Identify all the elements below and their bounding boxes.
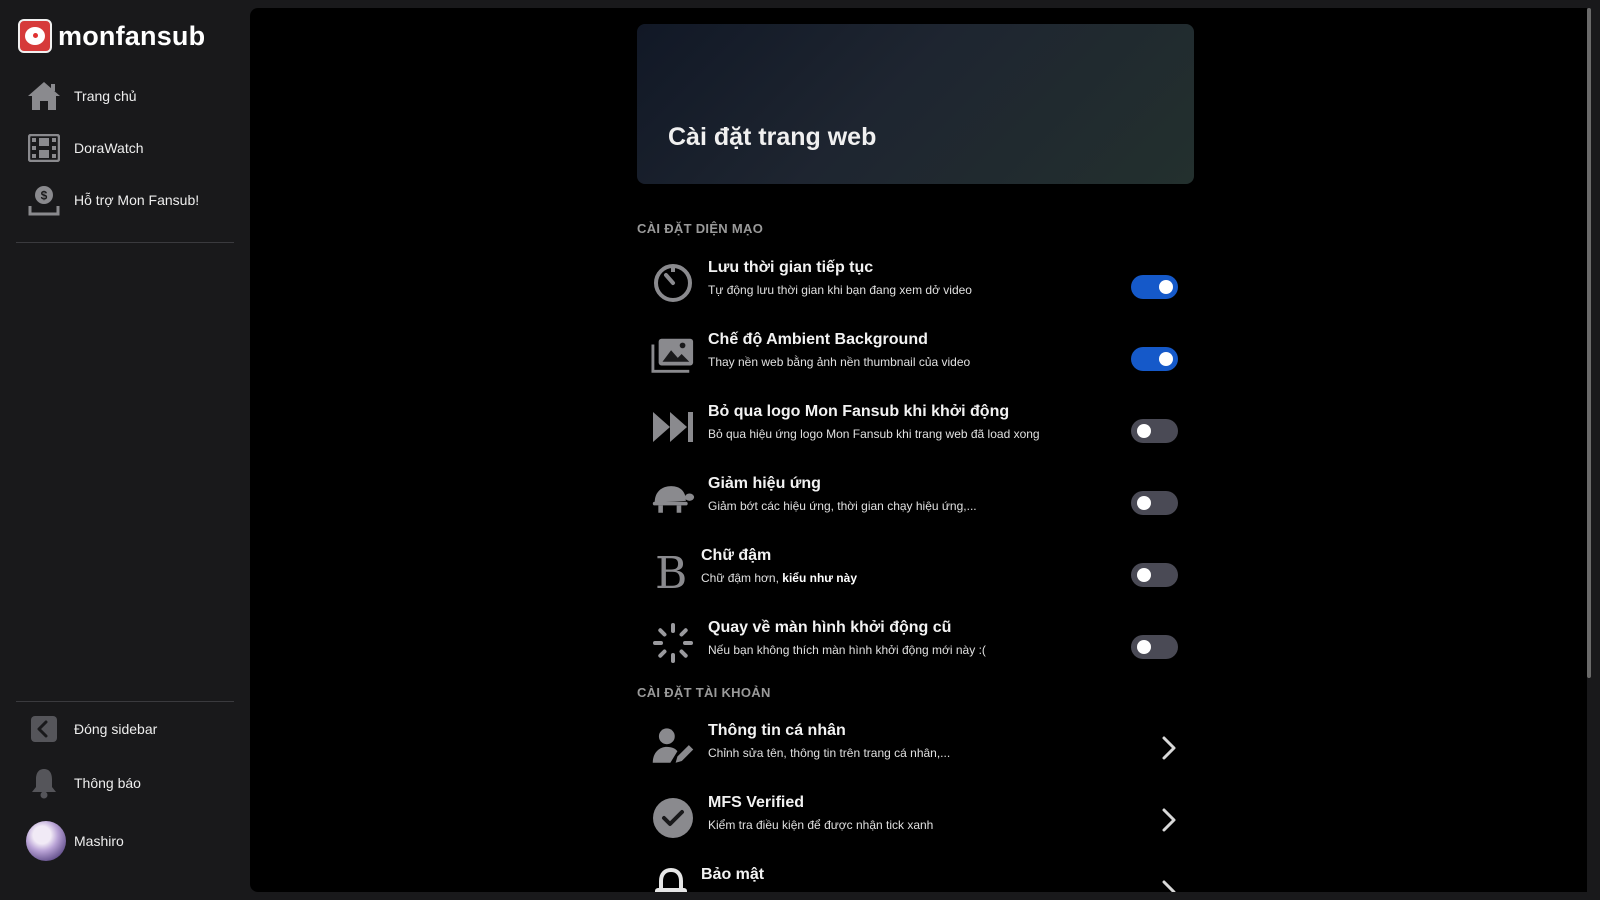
toggle-knob (1137, 568, 1151, 582)
sidebar: monfansub Trang chủ DoraWatch $ Hỗ trợ M… (0, 0, 250, 900)
toggle-bold-text[interactable] (1131, 563, 1178, 587)
toggle-save-progress[interactable] (1131, 275, 1178, 299)
setting-description: Nếu bạn không thích màn hình khởi động m… (708, 643, 986, 657)
setting-title: Lưu thời gian tiếp tục (708, 259, 874, 276)
setting-row-save-progress: Lưu thời gian tiếp tục Tự động lưu thời … (637, 253, 1194, 317)
brand-logo-link[interactable]: monfansub (18, 18, 205, 54)
bold-icon: B (649, 549, 693, 593)
sidebar-item-label: DoraWatch (74, 140, 144, 156)
page-title: Cài đặt trang web (668, 123, 877, 151)
user-edit-icon (651, 724, 695, 768)
doraemon-logo-icon (18, 19, 52, 53)
toggle-old-splash[interactable] (1131, 635, 1178, 659)
toggle-skip-logo[interactable] (1131, 419, 1178, 443)
brand-name: monfansub (58, 20, 206, 51)
setting-description: Chỉnh sửa tên, thông tin trên trang cá n… (708, 746, 951, 760)
main-scrollbar[interactable] (1587, 8, 1591, 678)
chevron-right-icon[interactable] (1157, 876, 1181, 892)
chevron-left-icon (26, 711, 62, 747)
setting-description: Tự động lưu thời gian khi bạn đang xem d… (708, 283, 972, 297)
setting-title: Giảm hiệu ứng (708, 475, 821, 492)
main-panel: Cài đặt trang web CÀI ĐẶT DIỆN MẠO Lưu t… (250, 8, 1587, 892)
page-header-banner: Cài đặt trang web (637, 24, 1194, 184)
sidebar-item-label: Thông báo (74, 775, 141, 791)
setting-description: Chữ đậm hơn, kiểu như này (701, 571, 857, 585)
setting-row-profile[interactable]: Thông tin cá nhân Chỉnh sửa tên, thông t… (637, 716, 1194, 780)
avatar (26, 821, 66, 861)
turtle-icon (651, 477, 695, 521)
toggle-knob (1137, 496, 1151, 510)
chevron-right-icon[interactable] (1157, 732, 1181, 764)
chevron-right-icon[interactable] (1157, 804, 1181, 836)
lock-icon (649, 868, 693, 892)
setting-row-reduce-motion: Giảm hiệu ứng Giảm bớt các hiệu ứng, thờ… (637, 469, 1194, 533)
toggle-knob (1159, 352, 1173, 366)
sidebar-divider (16, 701, 234, 702)
svg-text:$: $ (41, 189, 48, 203)
svg-text:B: B (655, 550, 687, 592)
setting-description: Giảm bớt các hiệu ứng, thời gian chạy hi… (708, 499, 977, 513)
check-circle-icon (651, 796, 695, 840)
setting-description: Thay nền web bằng ảnh nền thumbnail của … (708, 355, 971, 369)
sidebar-item-donate[interactable]: $ Hỗ trợ Mon Fansub! (26, 180, 199, 220)
loading-spinner-icon (651, 621, 695, 665)
sidebar-item-label: Hỗ trợ Mon Fansub! (74, 192, 200, 208)
user-profile-button[interactable]: Mashiro (26, 821, 124, 861)
skip-forward-icon (651, 405, 695, 449)
sidebar-divider (16, 242, 234, 243)
setting-description: Kiểm tra điều kiện để được nhận tick xan… (708, 818, 934, 832)
image-stack-icon (651, 333, 695, 377)
sidebar-item-label: Trang chủ (74, 88, 137, 104)
toggle-reduce-motion[interactable] (1131, 491, 1178, 515)
setting-title: MFS Verified (708, 794, 805, 811)
setting-row-skip-logo: Bỏ qua logo Mon Fansub khi khởi động Bỏ … (637, 397, 1194, 461)
toggle-knob (1137, 640, 1151, 654)
notifications-button[interactable]: Thông báo (26, 763, 141, 803)
setting-row-bold-text: B Chữ đậm Chữ đậm hơn, kiểu như này (637, 541, 1194, 605)
close-sidebar-button[interactable]: Đóng sidebar (26, 709, 157, 749)
sidebar-item-home[interactable]: Trang chủ (26, 76, 137, 116)
donate-icon: $ (26, 182, 62, 218)
section-title-appearance: CÀI ĐẶT DIỆN MẠO (637, 221, 764, 236)
section-title-account: CÀI ĐẶT TÀI KHOẢN (637, 685, 771, 700)
toggle-ambient-background[interactable] (1131, 347, 1178, 371)
toggle-knob (1159, 280, 1173, 294)
setting-title: Chế độ Ambient Background (708, 331, 928, 348)
setting-description: Bỏ qua hiệu ứng logo Mon Fansub khi tran… (708, 427, 1040, 441)
setting-title: Quay về màn hình khởi động cũ (708, 619, 952, 636)
settings-content: Cài đặt trang web CÀI ĐẶT DIỆN MẠO Lưu t… (637, 24, 1194, 892)
film-icon (26, 130, 62, 166)
setting-title: Chữ đậm (701, 547, 772, 564)
setting-title: Thông tin cá nhân (708, 722, 846, 739)
setting-row-ambient-background: Chế độ Ambient Background Thay nền web b… (637, 325, 1194, 389)
setting-row-old-splash: Quay về màn hình khởi động cũ Nếu bạn kh… (637, 613, 1194, 677)
setting-row-security[interactable]: Bảo mật (637, 860, 1194, 892)
username: Mashiro (74, 833, 124, 849)
setting-title: Bảo mật (701, 866, 765, 883)
bold-sample-text: kiểu như này (782, 571, 857, 585)
setting-title: Bỏ qua logo Mon Fansub khi khởi động (708, 403, 1010, 420)
home-icon (26, 78, 62, 114)
timer-icon (651, 261, 695, 305)
sidebar-item-label: Đóng sidebar (74, 721, 158, 737)
sidebar-item-dorawatch[interactable]: DoraWatch (26, 128, 144, 168)
bell-icon (26, 765, 62, 801)
setting-row-mfs-verified[interactable]: MFS Verified Kiểm tra điều kiện để được … (637, 788, 1194, 852)
toggle-knob (1137, 424, 1151, 438)
